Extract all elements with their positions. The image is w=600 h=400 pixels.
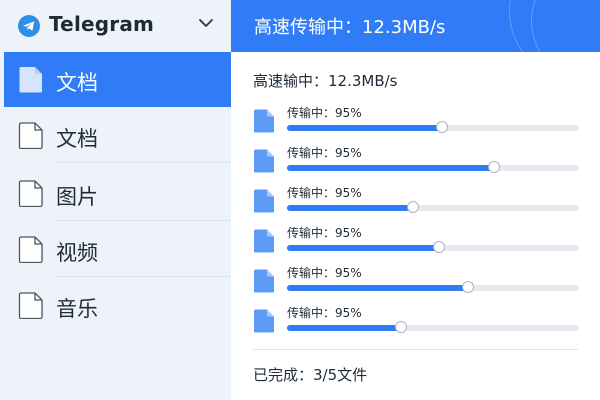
sidebar-item-documents[interactable]: 文档 [4,108,231,163]
chevron-down-icon[interactable] [197,14,215,32]
transfer-speed: 高速输中：12.3MB/s [253,72,398,90]
sidebar: Telegram 文档 文档 图片 视频 音乐 [0,0,232,400]
divider [56,276,231,277]
transfer-status-label: 传输中：95% [287,226,362,240]
transfer-status-label: 传输中：95% [287,186,362,200]
progress-track [287,161,579,173]
progress-fill [287,205,413,211]
progress-track [287,321,579,333]
file-icon [254,269,274,293]
transfer-status-label: 传输中：95% [287,146,362,160]
file-icon [18,236,43,263]
progress-handle[interactable] [406,201,419,213]
progress-fill [287,125,442,131]
transfer-item[interactable]: 传输中：95% [253,185,583,223]
file-icon [18,180,43,207]
progress-handle[interactable] [432,241,445,253]
progress-fill [287,245,439,251]
divider [56,220,231,221]
sidebar-item-documents-active[interactable]: 文档 [4,52,231,107]
sidebar-item-music[interactable]: 音乐 [4,278,231,333]
file-icon [254,109,274,133]
progress-fill [287,325,401,331]
app-switcher[interactable]: Telegram [0,0,231,52]
sidebar-item-label: 视频 [56,241,98,265]
sidebar-item-images[interactable]: 图片 [4,166,231,221]
file-icon [18,122,43,149]
progress-track [287,201,579,213]
progress-handle[interactable] [462,281,475,293]
file-icon [19,67,42,93]
header-bar: 高速传输中：12.3MB/s [231,0,600,52]
transfer-item[interactable]: 传输中：95% [253,225,583,263]
transfer-item[interactable]: 传输中：95% [253,145,583,183]
sidebar-item-label: 文档 [56,71,98,95]
progress-fill [287,165,495,171]
progress-track [287,241,579,253]
transfer-status-label: 传输中：95% [287,306,362,320]
sidebar-item-videos[interactable]: 视频 [4,222,231,277]
transfer-status-label: 传输中：95% [287,106,362,120]
divider [253,349,578,350]
transfer-item[interactable]: 传输中：95% [253,265,583,303]
progress-track [287,121,579,133]
file-icon [254,229,274,253]
app-title: Telegram [49,12,155,36]
transfer-status-label: 传输中：95% [287,266,362,280]
sidebar-item-label: 图片 [56,185,98,209]
sidebar-item-label: 音乐 [56,297,98,321]
app-window: Telegram 文档 文档 图片 视频 音乐 高速传输中：12.3MB/s 高… [0,0,600,400]
telegram-logo-icon [18,15,40,37]
transfer-item[interactable]: 传输中：95% [253,105,583,143]
progress-fill [287,285,469,291]
main-panel: 高速传输中：12.3MB/s 高速输中：12.3MB/s 传输中：95% 传输中：… [231,0,600,400]
progress-handle[interactable] [435,121,448,133]
file-icon [254,189,274,213]
decorative-arc [531,0,600,52]
transfer-item[interactable]: 传输中：95% [253,305,583,343]
progress-track [287,281,579,293]
file-icon [18,292,43,319]
header-title: 高速传输中：12.3MB/s [254,17,446,38]
file-icon [254,149,274,173]
divider [56,162,231,163]
completed-status: 已完成：3/5文件 [253,366,368,384]
sidebar-item-label: 文档 [56,127,98,151]
progress-handle[interactable] [488,161,501,173]
file-icon [254,309,274,333]
progress-handle[interactable] [394,321,407,333]
